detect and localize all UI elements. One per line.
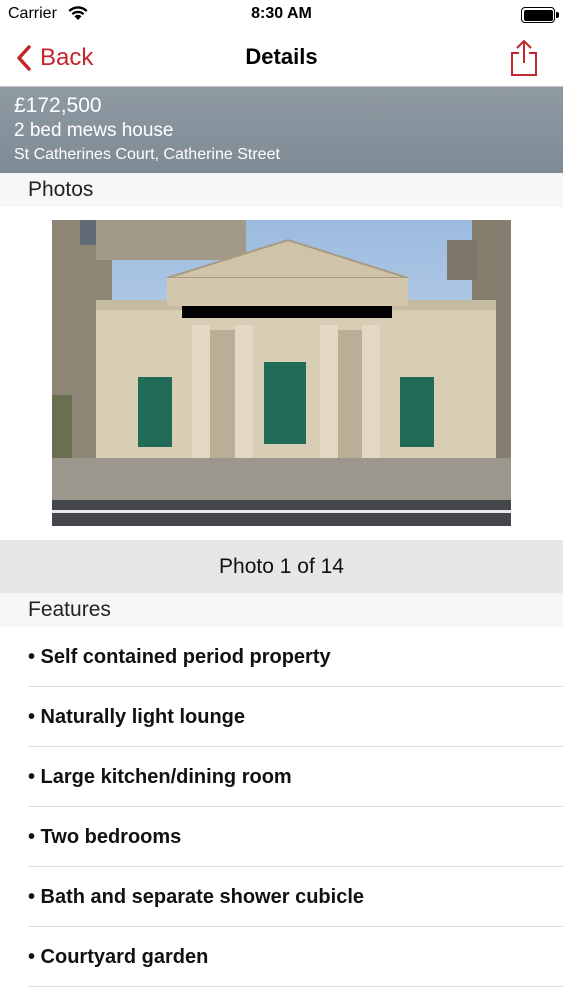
listing-address: St Catherines Court, Catherine Street xyxy=(14,146,280,163)
list-item: • Bath and separate shower cubicle xyxy=(28,867,563,927)
page-title: Details xyxy=(245,44,318,69)
battery-tip xyxy=(556,12,559,18)
clock: 8:30 AM xyxy=(251,5,312,22)
list-item: • Self contained period property xyxy=(28,627,563,687)
share-icon[interactable] xyxy=(509,38,539,78)
list-item: • Naturally light lounge xyxy=(28,687,563,747)
photos-section-header: Photos xyxy=(0,173,563,207)
features-section-header: Features xyxy=(0,593,563,627)
status-bar: Carrier 8:30 AM xyxy=(0,0,563,30)
features-list: • Self contained period property • Natur… xyxy=(28,627,563,987)
list-item: • Courtyard garden xyxy=(28,927,563,987)
listing-type: 2 bed mews house xyxy=(14,120,174,141)
navigation-bar: Back Details xyxy=(0,30,563,87)
list-item: • Two bedrooms xyxy=(28,807,563,867)
battery-icon xyxy=(521,7,555,23)
listing-header: £172,500 2 bed mews house St Catherines … xyxy=(0,87,563,173)
list-item: • Large kitchen/dining room xyxy=(28,747,563,807)
listing-price: £172,500 xyxy=(14,94,102,117)
property-photo[interactable] xyxy=(52,220,511,526)
photo-counter: Photo 1 of 14 xyxy=(0,540,563,593)
photo-carousel[interactable] xyxy=(0,207,563,540)
